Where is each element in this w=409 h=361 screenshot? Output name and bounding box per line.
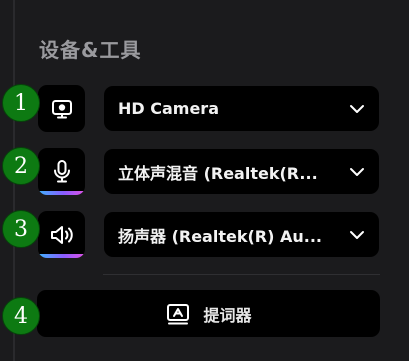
microphone-select-value: 立体声混音 (Realtek(R...: [118, 163, 318, 183]
speaker-level-bar: [38, 254, 85, 258]
microphone-toggle-button[interactable]: [38, 148, 85, 195]
monitor-icon: [51, 99, 72, 118]
teleprompter-icon: [167, 303, 190, 324]
section-title: 设备&工具: [39, 38, 142, 62]
teleprompter-button[interactable]: 提词器: [37, 290, 380, 337]
chevron-down-icon: [350, 230, 364, 239]
marker-badge: 1: [2, 84, 40, 122]
camera-select[interactable]: HD Camera: [104, 86, 379, 131]
microphone-select[interactable]: 立体声混音 (Realtek(R...: [104, 149, 379, 194]
speaker-toggle-button[interactable]: [38, 211, 85, 258]
camera-select-value: HD Camera: [118, 99, 219, 118]
marker-badge: 3: [2, 210, 40, 248]
speaker-select[interactable]: 扬声器 (Realtek(R) Au...: [104, 212, 379, 257]
teleprompter-label: 提词器: [203, 305, 252, 325]
chevron-down-icon: [350, 104, 364, 113]
speaker-select-value: 扬声器 (Realtek(R) Au...: [118, 226, 323, 246]
speaker-icon: [50, 225, 73, 244]
microphone-level-bar: [38, 191, 85, 195]
divider: [103, 274, 380, 275]
camera-toggle-button[interactable]: [38, 85, 85, 132]
marker-badge: 4: [2, 297, 40, 335]
chevron-down-icon: [350, 167, 364, 176]
microphone-icon: [53, 159, 70, 182]
marker-badge: 2: [2, 147, 40, 185]
